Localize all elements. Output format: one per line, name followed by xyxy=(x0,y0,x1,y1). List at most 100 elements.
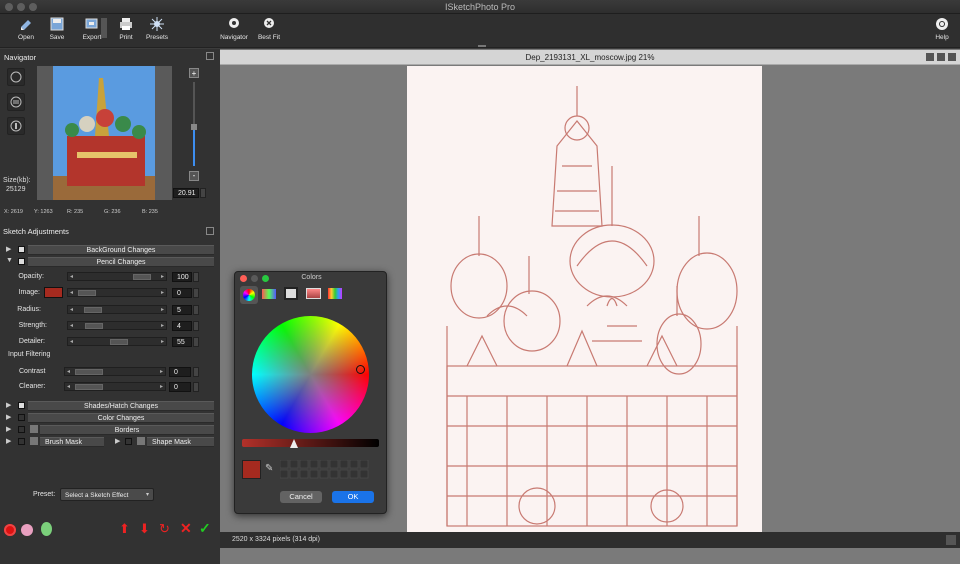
expand-background-icon[interactable]: ▶ xyxy=(6,245,11,253)
pink-splat-icon[interactable] xyxy=(21,524,33,536)
swatch-grid-cells[interactable] xyxy=(279,459,375,479)
expand-shape-mask-icon[interactable]: ▶ xyxy=(115,437,120,445)
doc-minimize-icon[interactable] xyxy=(926,53,934,61)
opacity-value[interactable]: 100 xyxy=(172,272,192,282)
collapse-pencil-icon[interactable]: ▼ xyxy=(6,257,13,264)
sliders-icon[interactable] xyxy=(262,289,276,299)
borders-checkbox[interactable] xyxy=(18,426,25,433)
color-checkbox[interactable] xyxy=(18,414,25,421)
radius-slider[interactable]: ◂ ▸ xyxy=(67,305,167,314)
image-stepper[interactable] xyxy=(193,288,199,298)
strength-slider[interactable]: ◂ ▸ xyxy=(67,321,167,330)
navigator-thumbnail-frame[interactable] xyxy=(37,66,172,200)
zoom-in-tool-button[interactable] xyxy=(7,68,25,86)
help-button[interactable]: Help xyxy=(924,17,960,41)
presets-button[interactable]: Presets xyxy=(139,17,175,41)
image-inc-icon[interactable]: ▸ xyxy=(161,289,164,297)
zoom-out-button[interactable]: - xyxy=(189,171,199,181)
detailer-slider[interactable]: ◂ ▸ xyxy=(67,337,167,346)
image-palettes-icon[interactable] xyxy=(306,288,321,299)
image-thumb[interactable] xyxy=(78,290,96,296)
strength-dec-icon[interactable]: ◂ xyxy=(70,322,73,330)
color-wheel[interactable] xyxy=(252,316,369,433)
list-tool-button[interactable] xyxy=(7,93,25,111)
expand-brush-mask-icon[interactable]: ▶ xyxy=(6,437,11,445)
cleaner-slider[interactable]: ◂ ▸ xyxy=(64,382,166,391)
save-button[interactable]: Save xyxy=(39,17,75,41)
radius-inc-icon[interactable]: ▸ xyxy=(161,306,164,314)
radius-thumb[interactable] xyxy=(83,307,102,313)
sketch-canvas[interactable] xyxy=(407,66,762,532)
brush-mask-checkbox[interactable] xyxy=(18,438,25,445)
section-borders[interactable]: Borders xyxy=(40,425,214,435)
info-tool-button[interactable] xyxy=(7,117,25,135)
background-checkbox[interactable] xyxy=(18,246,25,253)
best-fit-button[interactable]: Best Fit xyxy=(251,17,287,41)
image-value[interactable]: 0 xyxy=(172,288,192,298)
green-splat-icon[interactable] xyxy=(41,522,52,536)
navigator-detach-icon[interactable] xyxy=(206,52,214,60)
shape-mask-checkbox[interactable] xyxy=(125,438,132,445)
detailer-value[interactable]: 55 xyxy=(172,337,192,347)
strength-thumb[interactable] xyxy=(84,323,103,329)
export-dropdown-arrow[interactable] xyxy=(101,18,107,38)
zoom-value-field[interactable]: 20.91 xyxy=(173,188,199,198)
current-color-swatch[interactable] xyxy=(242,460,261,479)
expand-color-icon[interactable]: ▶ xyxy=(6,413,11,421)
tab-color-wheel[interactable] xyxy=(240,286,258,304)
upload-icon[interactable]: ⬆ xyxy=(119,522,133,536)
red-splat-icon[interactable] xyxy=(4,524,16,536)
contrast-thumb[interactable] xyxy=(75,369,103,375)
resize-grip-icon[interactable] xyxy=(946,535,956,545)
ok-button[interactable]: OK xyxy=(332,491,374,503)
contrast-slider[interactable]: ◂ ▸ xyxy=(64,367,166,376)
contrast-value[interactable]: 0 xyxy=(169,367,191,377)
section-brush-mask[interactable]: Brush Mask xyxy=(40,437,104,447)
section-shades[interactable]: Shades/Hatch Changes xyxy=(28,401,214,411)
opacity-slider[interactable]: ◂ ▸ xyxy=(67,272,167,281)
detailer-inc-icon[interactable]: ▸ xyxy=(161,338,164,346)
cleaner-thumb[interactable] xyxy=(75,384,103,390)
reset-icon[interactable]: ↻ xyxy=(159,522,173,536)
detailer-stepper[interactable] xyxy=(193,337,199,347)
pencils-icon[interactable] xyxy=(328,288,342,299)
cancel-icon[interactable]: ✕ xyxy=(180,521,194,535)
zoom-in-button[interactable]: + xyxy=(189,68,199,78)
splitter-handle[interactable] xyxy=(478,45,486,47)
detailer-dec-icon[interactable]: ◂ xyxy=(70,338,73,346)
shades-checkbox[interactable] xyxy=(18,402,25,409)
apply-icon[interactable]: ✓ xyxy=(199,521,213,535)
zoom-handle[interactable] xyxy=(191,124,197,130)
opacity-inc-icon[interactable]: ▸ xyxy=(161,273,164,281)
palettes-icon[interactable] xyxy=(284,287,298,300)
opacity-dec-icon[interactable]: ◂ xyxy=(70,273,73,281)
expand-shades-icon[interactable]: ▶ xyxy=(6,401,11,409)
navigator-button[interactable]: Navigator xyxy=(216,17,252,41)
color-wheel-picker[interactable] xyxy=(356,365,365,374)
pencil-checkbox[interactable] xyxy=(18,258,25,265)
cleaner-value[interactable]: 0 xyxy=(169,382,191,392)
expand-borders-icon[interactable]: ▶ xyxy=(6,425,11,433)
section-shape-mask[interactable]: Shape Mask xyxy=(147,437,214,447)
doc-close-icon[interactable] xyxy=(948,53,956,61)
zoom-stepper[interactable] xyxy=(200,188,206,198)
radius-stepper[interactable] xyxy=(193,305,199,315)
section-color[interactable]: Color Changes xyxy=(28,413,214,423)
zoom-slider[interactable]: + - xyxy=(188,68,202,181)
cancel-button[interactable]: Cancel xyxy=(280,491,322,503)
image-color-swatch[interactable] xyxy=(44,287,63,298)
cleaner-inc-icon[interactable]: ▸ xyxy=(160,383,163,391)
radius-dec-icon[interactable]: ◂ xyxy=(70,306,73,314)
strength-inc-icon[interactable]: ▸ xyxy=(161,322,164,330)
strength-value[interactable]: 4 xyxy=(172,321,192,331)
contrast-inc-icon[interactable]: ▸ xyxy=(160,368,163,376)
download-icon[interactable]: ⬇ xyxy=(139,522,153,536)
doc-restore-icon[interactable] xyxy=(937,53,945,61)
sketch-detach-icon[interactable] xyxy=(206,227,214,235)
cleaner-stepper[interactable] xyxy=(193,382,199,392)
image-dec-icon[interactable]: ◂ xyxy=(70,289,73,297)
contrast-dec-icon[interactable]: ◂ xyxy=(67,368,70,376)
opacity-stepper[interactable] xyxy=(193,272,199,282)
section-pencil[interactable]: Pencil Changes xyxy=(28,257,214,267)
radius-value[interactable]: 5 xyxy=(172,305,192,315)
